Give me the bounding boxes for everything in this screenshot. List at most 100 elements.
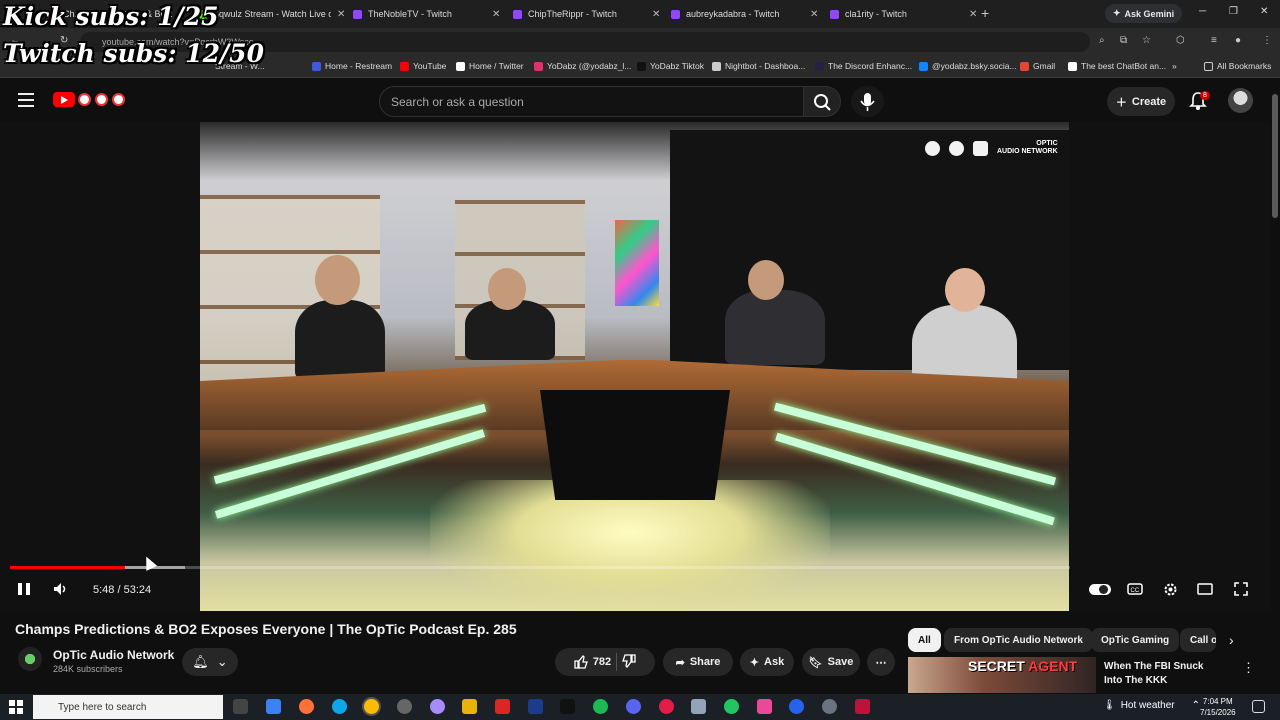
restore-icon[interactable]: ❐	[1229, 6, 1238, 17]
chip-call-of[interactable]: Call o	[1180, 628, 1216, 652]
weather-widget[interactable]: 🌡︎ Hot weather ⌃	[1103, 700, 1200, 711]
autoplay-toggle[interactable]	[1089, 584, 1111, 595]
svg-text:CC: CC	[1131, 588, 1140, 594]
like-button[interactable]: 782	[574, 655, 611, 669]
share-button[interactable]: ➦ Share	[663, 648, 733, 676]
thumbs-up-icon	[574, 655, 588, 669]
notification-center-icon[interactable]	[1252, 700, 1265, 713]
chip-from-channel[interactable]: From OpTic Audio Network	[944, 628, 1093, 652]
ask-gemini-button[interactable]: ✦ Ask Gemini	[1105, 4, 1183, 23]
create-button[interactable]: ＋ Create	[1107, 87, 1175, 116]
more-bookmarks-icon[interactable]: »	[1172, 61, 1177, 71]
chevron-up-icon[interactable]: ⌃	[1192, 700, 1200, 711]
bookmark-label: Home - Restream	[325, 61, 393, 71]
zoom-icon[interactable]: ⌕	[1099, 35, 1105, 46]
tab-thenobletv[interactable]: TheNobleTV - Twitch ✕	[345, 3, 508, 25]
app-icon[interactable]	[789, 699, 804, 714]
recommended-video-title[interactable]: When The FBI Snuck Into The KKK	[1104, 660, 1224, 688]
taskbar-search-input[interactable]: Type here to search	[33, 695, 223, 719]
obs-icon[interactable]	[397, 699, 412, 714]
bookmark-discord[interactable]: The Discord Enhanc...	[815, 61, 912, 71]
taskbar-clock[interactable]: 7:04 PM 7/15/2026	[1200, 696, 1236, 718]
settings-button[interactable]	[1162, 581, 1179, 601]
bookmark-bluesky[interactable]: @yodabz.bsky.socia...	[919, 61, 1017, 71]
restream-icon	[312, 61, 321, 71]
subscription-bell-button[interactable]: 🔔︎ ⌄	[182, 648, 238, 676]
firefox-icon[interactable]	[299, 699, 314, 714]
close-window-icon[interactable]: ✕	[1260, 6, 1268, 17]
app-icon[interactable]	[659, 699, 674, 714]
app-icon[interactable]	[430, 699, 445, 714]
youtube-logo[interactable]	[53, 92, 75, 107]
chrome-menu-icon[interactable]: ⋮	[1262, 35, 1272, 46]
search-button[interactable]	[803, 86, 841, 117]
scrollbar-thumb[interactable]	[1272, 94, 1278, 218]
bookmark-label: The Discord Enhanc...	[828, 61, 913, 71]
netflix-icon[interactable]	[495, 699, 510, 714]
app-icon[interactable]	[691, 699, 706, 714]
minimize-icon[interactable]: ─	[1199, 6, 1206, 17]
task-view-icon[interactable]	[233, 699, 248, 714]
close-tab-icon[interactable]: ✕	[810, 9, 818, 20]
bookmark-star-icon[interactable]: ☆	[1142, 35, 1151, 46]
close-tab-icon[interactable]: ✕	[652, 9, 660, 20]
extensions-icon[interactable]: ⬡	[1176, 35, 1185, 46]
video-scene-tv	[540, 390, 730, 500]
close-tab-icon[interactable]: ✕	[492, 9, 500, 20]
bookmark-chatbot[interactable]: The best ChatBot an...	[1068, 61, 1166, 71]
tab-search-icon[interactable]: ≡	[1211, 35, 1217, 46]
chevron-right-icon[interactable]: ›	[1229, 632, 1234, 648]
tab-cla1rity[interactable]: cla1rity - Twitch ✕	[822, 3, 985, 25]
thumbnail-text-secret: SECRET	[968, 658, 1025, 674]
ask-button[interactable]: ✦ Ask	[740, 648, 794, 676]
tiktok-icon[interactable]	[757, 699, 772, 714]
save-button[interactable]: 🔖︎ Save	[802, 648, 860, 676]
channel-avatar[interactable]	[18, 647, 42, 671]
app-icon[interactable]	[855, 699, 870, 714]
voice-search-button[interactable]	[851, 86, 884, 117]
windows-start-icon[interactable]	[9, 700, 23, 714]
fullscreen-button[interactable]	[1233, 581, 1249, 600]
pause-icon	[18, 583, 30, 595]
chevron-down-icon: ⌄	[216, 654, 228, 669]
account-avatar[interactable]	[1228, 88, 1253, 113]
file-explorer-icon[interactable]	[462, 699, 477, 714]
more-vertical-icon[interactable]: ⋮	[1242, 660, 1255, 676]
profile-icon[interactable]: ●	[1235, 35, 1241, 46]
copilot-icon[interactable]	[266, 699, 281, 714]
bookmark-twitter[interactable]: Home / Twitter	[456, 61, 524, 71]
bookmark-restream[interactable]: Home - Restream	[312, 61, 392, 71]
close-tab-icon[interactable]: ✕	[969, 9, 977, 20]
channel-name[interactable]: OpTic Audio Network	[53, 648, 174, 662]
captions-button[interactable]: CC	[1127, 581, 1143, 600]
spotify-icon[interactable]	[593, 699, 608, 714]
soccer-ball-icon	[95, 93, 108, 106]
settings-gear-icon[interactable]	[822, 699, 837, 714]
tab-chiptherippr[interactable]: ChipTheRippr - Twitch ✕	[505, 3, 668, 25]
discord-icon[interactable]	[626, 699, 641, 714]
bookmark-gmail[interactable]: Gmail	[1020, 61, 1055, 71]
search-input[interactable]: Search or ask a question	[379, 86, 804, 117]
all-bookmarks[interactable]: All Bookmarks	[1204, 61, 1271, 71]
theater-mode-button[interactable]	[1197, 581, 1213, 600]
bookmark-youtube[interactable]: YouTube	[400, 61, 446, 71]
install-app-icon[interactable]: ⧉	[1120, 35, 1127, 46]
more-actions-button[interactable]: ⋯	[867, 648, 895, 676]
chrome-icon[interactable]	[364, 699, 379, 714]
bookmark-nightbot[interactable]: Nightbot - Dashboa...	[712, 61, 805, 71]
youtube-play-icon	[973, 140, 988, 156]
steam-icon[interactable]	[528, 699, 543, 714]
pause-button[interactable]	[17, 581, 31, 600]
bookmark-instagram[interactable]: YoDabz (@yodabz_l...	[534, 61, 631, 71]
epic-games-icon[interactable]	[560, 699, 575, 714]
app-icon[interactable]	[724, 699, 739, 714]
new-tab-button[interactable]: +	[981, 5, 989, 21]
dislike-button[interactable]	[622, 653, 636, 671]
chip-optic-gaming[interactable]: OpTic Gaming	[1091, 628, 1180, 652]
edge-icon[interactable]	[332, 699, 347, 714]
volume-button[interactable]	[52, 581, 68, 600]
chip-all[interactable]: All	[908, 628, 941, 652]
tab-aubreykadabra[interactable]: aubreykadabra - Twitch ✕	[663, 3, 826, 25]
bookmark-tiktok[interactable]: YoDabz Tiktok	[637, 61, 704, 71]
hamburger-menu-icon[interactable]	[18, 93, 34, 107]
